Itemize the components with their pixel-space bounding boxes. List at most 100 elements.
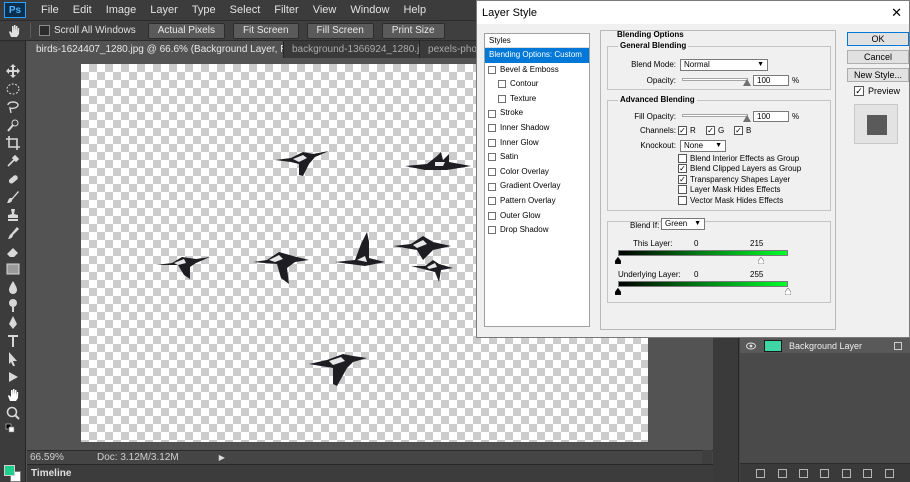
status-menu-icon[interactable]: ▶ [219,453,225,462]
style-checkbox[interactable] [488,168,496,177]
actual-pixels-button[interactable]: Actual Pixels [147,22,225,39]
vector-mask-hides-checkbox[interactable] [678,196,687,205]
tab-pexels-document[interactable]: pexels-phot [420,41,479,58]
path-selection-tool-icon[interactable] [5,351,21,367]
underlying-layer-black-slider[interactable] [615,288,621,295]
style-checkbox[interactable] [488,65,496,74]
tab-background-document[interactable]: background-1366924_1280.jpg× [283,41,421,58]
style-checkbox[interactable] [488,211,496,220]
fx-icon[interactable] [777,468,787,478]
style-gradient-overlay[interactable]: Gradient Overlay [485,179,589,194]
this-layer-white-slider[interactable] [758,257,764,264]
foreground-color-swatch[interactable] [4,465,15,476]
channel-g-checkbox[interactable]: ✓ [706,126,715,135]
default-colors-icon[interactable] [5,423,15,433]
zoom-level[interactable]: 66.59% [27,452,87,463]
style-checkbox[interactable] [498,80,506,89]
shape-tool-icon[interactable] [5,369,21,385]
channel-r-checkbox[interactable]: ✓ [678,126,687,135]
style-checkbox[interactable] [488,124,496,133]
eraser-tool-icon[interactable] [5,243,21,259]
style-inner-shadow[interactable]: Inner Shadow [485,121,589,136]
menu-layer[interactable]: Layer [143,0,185,20]
opacity-slider-thumb[interactable] [743,79,751,86]
opacity-input[interactable]: 100 [753,75,789,86]
crop-tool-icon[interactable] [5,135,21,151]
menu-image[interactable]: Image [99,0,144,20]
fill-opacity-slider-thumb[interactable] [743,115,751,122]
knockout-select[interactable]: None ▼ [680,140,726,152]
mask-icon[interactable] [799,468,809,478]
layer-row[interactable]: Background Layer [740,338,910,353]
style-checkbox[interactable] [488,197,496,206]
style-satin[interactable]: Satin [485,150,589,165]
layer-name[interactable]: Background Layer [789,341,862,351]
underlying-layer-white-slider[interactable] [785,288,791,295]
style-pattern-overlay[interactable]: Pattern Overlay [485,194,589,209]
fill-screen-button[interactable]: Fill Screen [306,22,374,39]
eye-icon[interactable] [746,342,756,350]
style-checkbox[interactable] [498,95,506,104]
style-checkbox[interactable] [488,138,496,147]
scroll-all-windows-checkbox[interactable] [39,25,50,36]
menu-type[interactable]: Type [185,0,223,20]
style-checkbox[interactable] [488,226,496,235]
scrollbar[interactable] [702,450,712,464]
style-stroke[interactable]: Stroke [485,106,589,121]
style-blending-options[interactable]: Blending Options: Custom [485,48,589,63]
new-layer-icon[interactable] [863,468,873,478]
type-tool-icon[interactable] [5,333,21,349]
menu-edit[interactable]: Edit [66,0,99,20]
history-brush-tool-icon[interactable] [5,225,21,241]
close-icon[interactable]: ✕ [891,6,902,19]
menu-select[interactable]: Select [223,0,268,20]
hand-tool-icon[interactable] [5,387,21,403]
ok-button[interactable]: OK [847,32,909,46]
menu-help[interactable]: Help [396,0,433,20]
dodge-tool-icon[interactable] [5,297,21,313]
style-color-overlay[interactable]: Color Overlay [485,165,589,180]
menu-window[interactable]: Window [343,0,396,20]
adjustment-icon[interactable] [820,468,830,478]
fit-screen-button[interactable]: Fit Screen [232,22,299,39]
cancel-button[interactable]: Cancel [847,50,909,64]
dialog-titlebar[interactable]: Layer Style ✕ [477,1,909,24]
this-layer-black-slider[interactable] [615,257,621,264]
styles-header[interactable]: Styles [485,34,589,48]
preview-checkbox[interactable]: ✓ [854,86,864,96]
hand-icon[interactable] [6,23,22,39]
blend-mode-select[interactable]: Normal ▼ [680,59,768,71]
style-checkbox[interactable] [488,182,496,191]
tab-birds-document[interactable]: birds-1624407_1280.jpg @ 66.6% (Backgrou… [28,41,284,58]
link-icon[interactable] [756,468,766,478]
move-tool-icon[interactable] [5,63,21,79]
brush-tool-icon[interactable] [5,189,21,205]
menu-file[interactable]: File [34,0,66,20]
quick-selection-tool-icon[interactable] [5,117,21,133]
clone-stamp-tool-icon[interactable] [5,207,21,223]
new-style-button[interactable]: New Style... [847,68,909,82]
style-checkbox[interactable] [488,153,496,162]
fill-opacity-input[interactable]: 100 [753,111,789,122]
eyedropper-tool-icon[interactable] [5,153,21,169]
style-contour[interactable]: Contour [485,77,589,92]
healing-brush-tool-icon[interactable] [5,171,21,187]
style-drop-shadow[interactable]: Drop Shadow [485,223,589,238]
style-inner-glow[interactable]: Inner Glow [485,136,589,151]
layer-mask-hides-checkbox[interactable] [678,185,687,194]
fill-opacity-slider[interactable] [682,114,748,117]
timeline-tab[interactable]: Timeline [31,468,71,479]
marquee-tool-icon[interactable] [5,81,21,97]
menu-filter[interactable]: Filter [267,0,305,20]
blend-if-select[interactable]: Green ▼ [661,218,705,230]
opacity-slider[interactable] [682,78,748,81]
style-bevel-emboss[interactable]: Bevel & Emboss [485,63,589,78]
style-checkbox[interactable] [488,109,496,118]
blur-tool-icon[interactable] [5,279,21,295]
zoom-tool-icon[interactable] [5,405,21,421]
lasso-tool-icon[interactable] [5,99,21,115]
blend-clipped-checkbox[interactable]: ✓ [678,164,687,173]
pen-tool-icon[interactable] [5,315,21,331]
trash-icon[interactable] [884,468,894,478]
channel-b-checkbox[interactable]: ✓ [734,126,743,135]
